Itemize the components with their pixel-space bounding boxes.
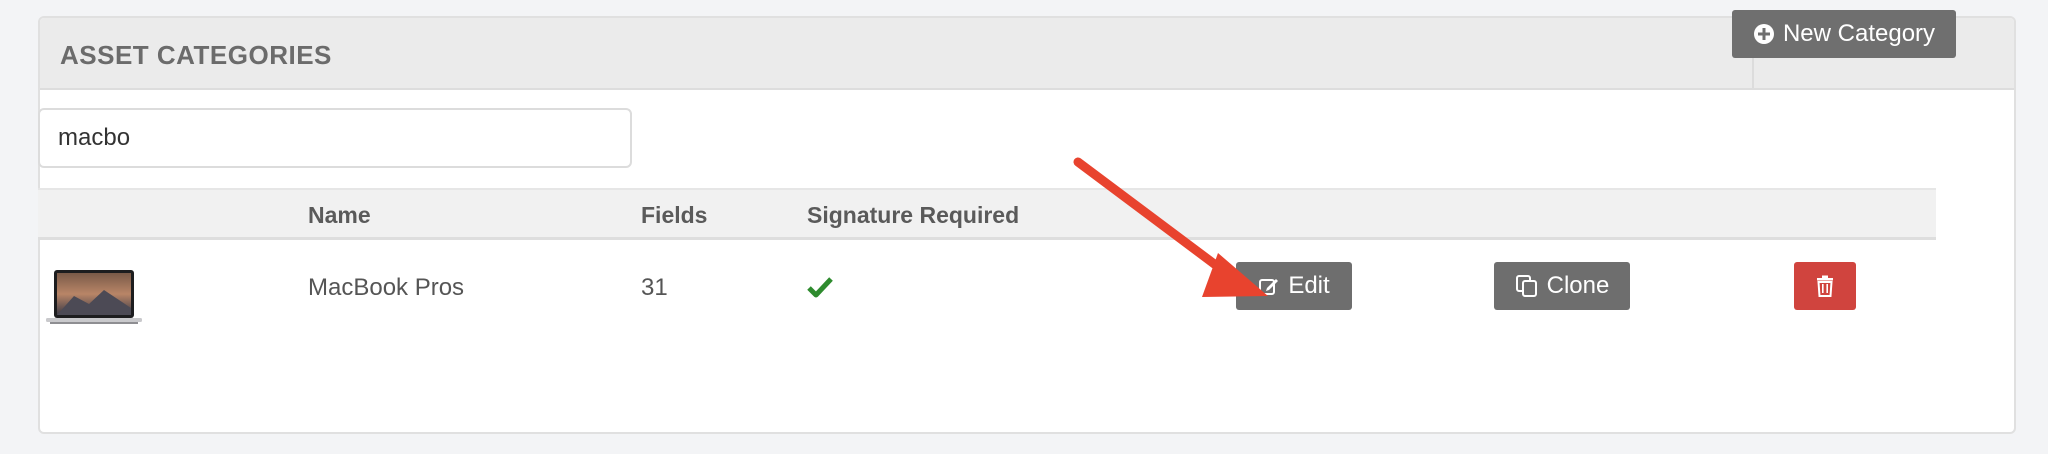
trash-icon: [1815, 275, 1835, 297]
column-header-fields: Fields: [641, 202, 708, 228]
category-fields-count: 31: [641, 274, 668, 301]
plus-circle-icon: [1753, 23, 1775, 45]
laptop-thumbnail: [44, 268, 144, 328]
check-icon: [807, 276, 833, 305]
delete-button[interactable]: [1794, 262, 1856, 310]
new-category-button[interactable]: New Category: [1732, 10, 1956, 58]
panel-header: ASSET CATEGORIES: [40, 18, 2014, 90]
column-header-signature-required: Signature Required: [807, 202, 1020, 228]
column-header-name: Name: [308, 202, 371, 228]
edit-button[interactable]: Edit: [1236, 262, 1352, 310]
clone-label: Clone: [1546, 272, 1610, 299]
clone-button[interactable]: Clone: [1494, 262, 1630, 310]
new-category-label: New Category: [1782, 20, 1936, 47]
edit-icon: [1258, 275, 1280, 297]
table-row: MacBook Pros 31: [38, 240, 1936, 340]
category-name: MacBook Pros: [308, 274, 465, 301]
edit-label: Edit: [1288, 272, 1330, 299]
panel-title: ASSET CATEGORIES: [60, 40, 332, 70]
table-header: Name Fields Signature Required: [38, 188, 1936, 240]
copy-icon: [1515, 274, 1539, 298]
search-input[interactable]: macbo: [38, 108, 632, 168]
